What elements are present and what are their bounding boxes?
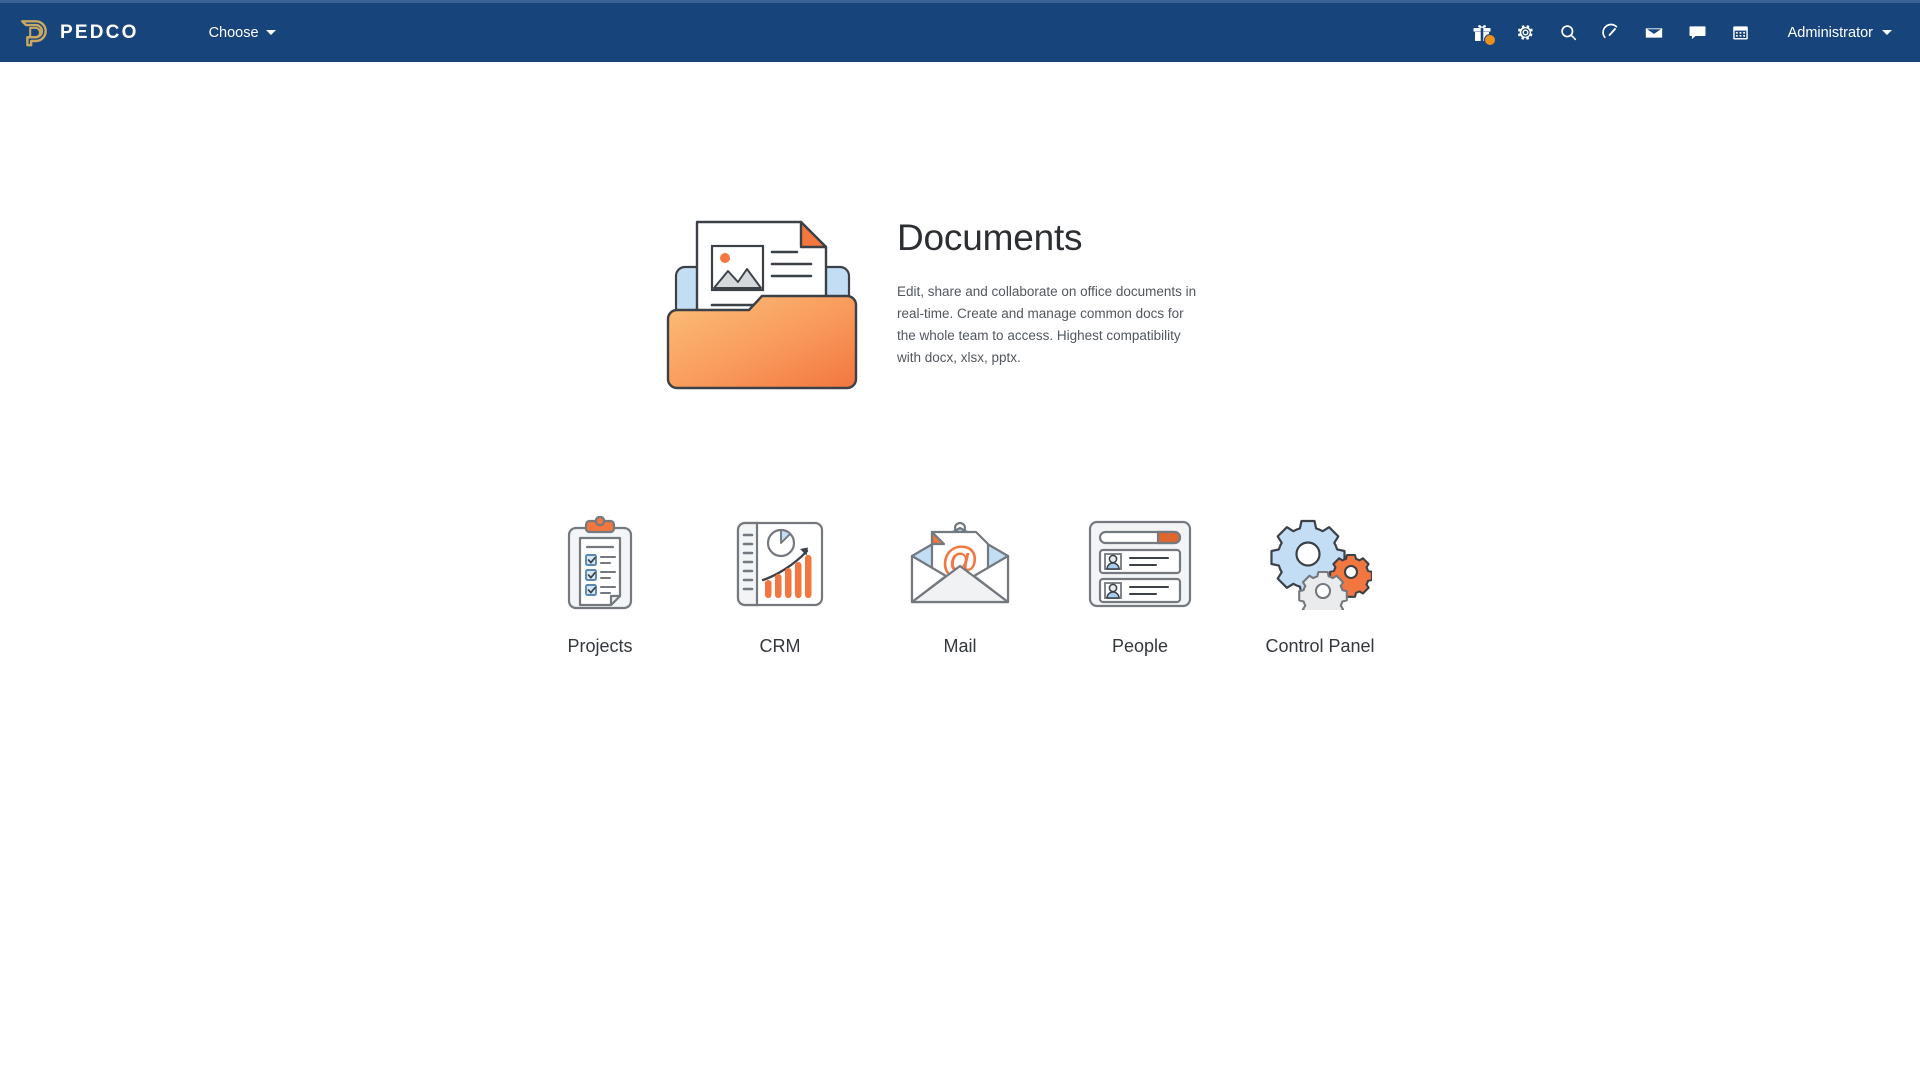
brand-logo-link[interactable]: PEDCO [18,18,139,48]
app-shortcut-grid: Projects CRM @ Mail People Control Panel [0,514,1920,657]
choose-dropdown[interactable]: Choose [209,25,276,41]
app-label: People [1111,636,1169,656]
chevron-down-icon [1882,30,1892,35]
gift-notification-badge [1483,33,1496,46]
app-tile-mail[interactable]: @ Mail [870,514,1050,657]
brand-name: PEDCO [60,21,139,43]
report-chart-icon [735,514,825,614]
search-icon[interactable] [1547,13,1590,53]
app-label: Projects [567,636,633,656]
pedco-d-logo-icon [18,18,48,48]
gauge-icon[interactable] [1590,13,1633,53]
main-content: Documents Edit, share and collaborate on… [0,62,1920,1071]
page-description: Edit, share and collaborate on office do… [897,283,1197,365]
navbar-actions: Administrator [1461,13,1896,53]
app-tile-projects[interactable]: Projects [510,514,690,657]
contact-cards-icon [1086,514,1194,614]
choose-label: Choose [208,24,259,41]
hero-text-block: Documents Edit, share and collaborate on… [870,200,1202,369]
documents-folder-illustration [655,200,870,405]
app-label: CRM [759,636,801,656]
calendar-icon[interactable] [1719,13,1762,53]
gift-icon[interactable] [1461,13,1504,53]
app-tile-people[interactable]: People [1050,514,1230,657]
top-navbar: PEDCO Choose Administrator [0,3,1920,62]
clipboard-checklist-icon [563,514,637,614]
chat-icon[interactable] [1676,13,1719,53]
app-tile-crm[interactable]: CRM [690,514,870,657]
app-label: Mail [943,636,977,656]
user-menu-label: Administrator [1787,24,1873,41]
chevron-down-icon [265,30,276,35]
app-tile-control-panel[interactable]: Control Panel [1230,514,1410,657]
gear-icon[interactable] [1504,13,1547,53]
gears-icon [1268,514,1372,614]
hero-section: Documents Edit, share and collaborate on… [0,200,1920,405]
open-envelope-at-icon: @ [908,514,1012,614]
envelope-icon[interactable] [1633,13,1676,53]
page-title: Documents [897,217,1083,258]
app-label: Control Panel [1265,636,1375,656]
user-menu[interactable]: Administrator [1788,25,1892,41]
